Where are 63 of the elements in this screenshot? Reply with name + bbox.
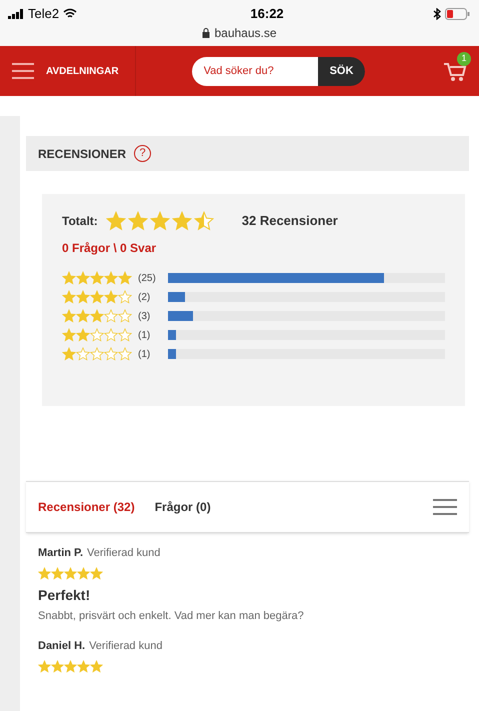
carrier-name: Tele2 [28, 5, 60, 23]
bluetooth-icon [432, 8, 441, 20]
star-icon [77, 660, 90, 672]
star-icon [62, 271, 76, 285]
reviews-tab[interactable]: Frågor (0) [154, 498, 211, 516]
star-icon [38, 660, 51, 672]
total-label: Totalt: [62, 213, 98, 230]
verified-label: Verifierad kund [87, 546, 160, 561]
star-icon [90, 309, 104, 323]
star-icon [90, 566, 103, 580]
star-icon [64, 660, 77, 672]
review-title: Perfekt! [38, 586, 92, 604]
star-icon [38, 566, 51, 580]
menu-icon [12, 63, 34, 79]
battery-icon [444, 8, 471, 20]
section-title: RECENSIONER [38, 146, 126, 162]
star-icon [90, 290, 104, 304]
departments-menu-button[interactable]: AVDELNINGAR [12, 46, 136, 96]
star-icon [104, 290, 118, 304]
search-button[interactable]: SÖK [318, 56, 366, 86]
star-icon [128, 211, 148, 231]
cart-icon[interactable] [443, 60, 467, 82]
star-icon [76, 328, 90, 342]
help-button[interactable]: ? [134, 145, 152, 162]
search-field[interactable]: Vad söker du? [192, 56, 318, 86]
questions-count: 0 Frågor \ 0 Svar [62, 240, 158, 257]
star-icon [104, 271, 118, 285]
wifi-icon [63, 8, 78, 20]
star-icon [76, 271, 90, 285]
star-icon [76, 290, 90, 304]
rating-count: (1) [137, 348, 152, 362]
star-icon [118, 271, 132, 285]
clock-time: 16:22 [250, 5, 284, 23]
lock-icon [202, 28, 210, 38]
star-icon [62, 309, 76, 323]
star-icon [62, 290, 76, 304]
reviewer-name: Daniel H. [38, 639, 86, 654]
star-icon [106, 211, 126, 231]
star-icon [77, 566, 90, 580]
reviews-tab[interactable]: Recensioner (32) [38, 498, 135, 516]
menu-icon[interactable] [433, 498, 457, 516]
page-url: bauhaus.se [214, 24, 277, 42]
star-icon [51, 660, 64, 672]
review-text: Snabbt, prisvärt och enkelt. Vad mer kan man begära? [38, 608, 305, 624]
verified-label: Verifierad kund [89, 639, 162, 654]
rating-count: (3) [137, 310, 152, 324]
star-icon [62, 328, 76, 342]
signal-icon [8, 8, 24, 19]
star-icon [62, 347, 76, 361]
rating-count: (25) [137, 272, 157, 286]
star-icon [76, 309, 90, 323]
star-icon [90, 660, 103, 672]
star-icon [90, 271, 104, 285]
rating-count: (2) [137, 290, 152, 304]
star-icon [150, 211, 170, 231]
rating-count: (1) [137, 328, 152, 342]
star-icon [172, 211, 192, 231]
star-icon [194, 211, 214, 231]
star-icon [64, 566, 77, 580]
review-count: 32 Recensioner [242, 212, 338, 230]
cart-count-badge: 1 [457, 52, 471, 66]
star-icon [51, 566, 64, 580]
reviewer-name: Martin P. [38, 546, 84, 561]
